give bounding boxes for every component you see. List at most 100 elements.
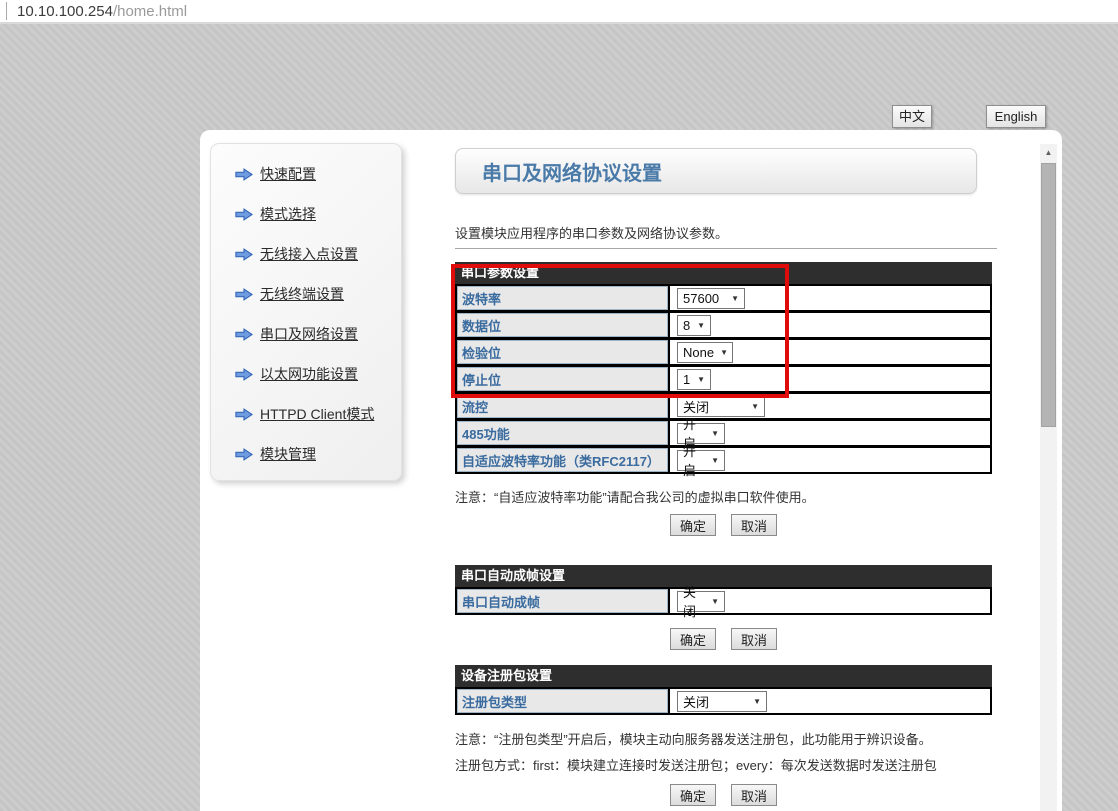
browser-address-bar[interactable]: 10.10.100.254/home.html [0, 0, 1118, 24]
table-row-auto-framing: 串口自动成帧 关闭 ▼ [455, 587, 992, 615]
data-bits-select[interactable]: 8 ▼ [677, 315, 711, 336]
page-title: 串口及网络协议设置 [482, 157, 662, 186]
nav-arrow-icon [235, 168, 253, 181]
serial-params-note: 注意：“自适应波特率功能”请配合我公司的虚拟串口软件使用。 [455, 487, 992, 504]
sidebar-item-label[interactable]: 快速配置 [260, 164, 316, 184]
sidebar-item-mode-select[interactable]: 模式选择 [235, 205, 401, 223]
url-divider [6, 2, 7, 20]
selected-value: 1 [683, 372, 690, 387]
table-row-register-type: 注册包类型 关闭 ▼ [455, 687, 992, 715]
auto-framing-header: 串口自动成帧设置 [455, 565, 992, 587]
nav-arrow-icon [235, 248, 253, 261]
page-title-box: 串口及网络协议设置 [455, 148, 977, 194]
register-packet-note-1: 注意：“注册包类型”开启后，模块主动向服务器发送注册包，此功能用于辨识设备。 [455, 729, 992, 746]
nav-arrow-icon [235, 328, 253, 341]
main-content: 串口及网络协议设置 设置模块应用程序的串口参数及网络协议参数。 串口参数设置 波… [455, 148, 992, 806]
chevron-down-icon: ▼ [711, 597, 719, 606]
register-type-select[interactable]: 关闭 ▼ [677, 691, 767, 712]
table-row-stop-bits: 停止位 1 ▼ [455, 365, 992, 393]
row-label: 485功能 [457, 421, 670, 445]
chevron-down-icon: ▼ [731, 294, 739, 303]
scrollbar-thumb[interactable] [1041, 163, 1056, 427]
url-path: /home.html [113, 3, 187, 20]
serial-params-actions: 确定 取消 [455, 514, 992, 536]
auto-framing-select[interactable]: 关闭 ▼ [677, 591, 725, 612]
sidebar-item-label[interactable]: 以太网功能设置 [260, 364, 358, 384]
table-row-parity: 检验位 None ▼ [455, 338, 992, 366]
sidebar-item-module-management[interactable]: 模块管理 [235, 445, 401, 463]
serial-params-table: 串口参数设置 波特率 57600 ▼ 数据位 8 [455, 262, 992, 474]
sidebar-item-label[interactable]: 模式选择 [260, 204, 316, 224]
nav-arrow-icon [235, 208, 253, 221]
baud-rate-select[interactable]: 57600 ▼ [677, 288, 745, 309]
sidebar-item-uart-network[interactable]: 串口及网络设置 [235, 325, 401, 343]
serial-params-header: 串口参数设置 [455, 262, 992, 284]
table-row-data-bits: 数据位 8 ▼ [455, 311, 992, 339]
scroll-up-arrow-icon[interactable]: ▲ [1040, 144, 1057, 161]
register-packet-header: 设备注册包设置 [455, 665, 992, 687]
chevron-down-icon: ▼ [751, 402, 759, 411]
cancel-button[interactable]: 取消 [731, 628, 777, 650]
ok-button[interactable]: 确定 [670, 514, 716, 536]
sidebar-item-quick-config[interactable]: 快速配置 [235, 165, 401, 183]
cancel-button[interactable]: 取消 [731, 784, 777, 806]
chevron-down-icon: ▼ [697, 321, 705, 330]
page-description: 设置模块应用程序的串口参数及网络协议参数。 [455, 223, 992, 240]
register-packet-note-2: 注册包方式：first：模块建立连接时发送注册包；every：每次发送数据时发送… [455, 755, 992, 772]
nav-arrow-icon [235, 368, 253, 381]
sidebar-item-label[interactable]: 无线接入点设置 [260, 244, 358, 264]
sidebar: 快速配置 模式选择 无线接入点设置 无线终端设置 串口及网络设置 以太网功能设置 [210, 143, 402, 481]
row-label: 自适应波特率功能（类RFC2117） [457, 448, 670, 472]
sidebar-item-ethernet[interactable]: 以太网功能设置 [235, 365, 401, 383]
parity-select[interactable]: None ▼ [677, 342, 733, 363]
row-label: 串口自动成帧 [457, 589, 670, 613]
selected-value: 开启 [683, 441, 705, 479]
ok-button[interactable]: 确定 [670, 784, 716, 806]
row-label: 停止位 [457, 367, 670, 391]
language-chinese-button[interactable]: 中文 [892, 105, 932, 128]
register-packet-actions: 确定 取消 [455, 784, 992, 806]
selected-value: 8 [683, 318, 690, 333]
row-label: 流控 [457, 394, 670, 418]
row-label: 波特率 [457, 286, 670, 310]
register-packet-table: 设备注册包设置 注册包类型 关闭 ▼ [455, 665, 992, 715]
selected-value: 关闭 [683, 692, 709, 711]
table-row-flow-control: 流控 关闭 ▼ [455, 392, 992, 420]
row-label: 注册包类型 [457, 689, 670, 713]
nav-arrow-icon [235, 288, 253, 301]
table-row-adaptive-baud: 自适应波特率功能（类RFC2117） 开启 ▼ [455, 446, 992, 474]
adaptive-baud-select[interactable]: 开启 ▼ [677, 450, 725, 471]
sidebar-item-label[interactable]: HTTPD Client模式 [260, 404, 374, 424]
sidebar-item-label[interactable]: 模块管理 [260, 444, 316, 464]
auto-framing-table: 串口自动成帧设置 串口自动成帧 关闭 ▼ [455, 565, 992, 615]
chevron-down-icon: ▼ [711, 456, 719, 465]
url-host: 10.10.100.254 [17, 3, 113, 20]
selected-value: 57600 [683, 291, 719, 306]
table-row-485-function: 485功能 开启 ▼ [455, 419, 992, 447]
sidebar-item-httpd-client[interactable]: HTTPD Client模式 [235, 405, 401, 423]
ok-button[interactable]: 确定 [670, 628, 716, 650]
chevron-down-icon: ▼ [720, 348, 728, 357]
sidebar-item-sta-settings[interactable]: 无线终端设置 [235, 285, 401, 303]
selected-value: 关闭 [683, 582, 705, 620]
selected-value: 关闭 [683, 397, 709, 416]
divider [455, 248, 997, 249]
sidebar-item-ap-settings[interactable]: 无线接入点设置 [235, 245, 401, 263]
table-row-baud-rate: 波特率 57600 ▼ [455, 284, 992, 312]
content-panel: 快速配置 模式选择 无线接入点设置 无线终端设置 串口及网络设置 以太网功能设置 [200, 130, 1062, 811]
chevron-down-icon: ▼ [697, 375, 705, 384]
chevron-down-icon: ▼ [753, 697, 761, 706]
auto-framing-actions: 确定 取消 [455, 628, 992, 650]
page: 10.10.100.254/home.html 中文 English 快速配置 … [0, 0, 1118, 811]
nav-arrow-icon [235, 448, 253, 461]
sidebar-item-label[interactable]: 无线终端设置 [260, 284, 344, 304]
cancel-button[interactable]: 取消 [731, 514, 777, 536]
sidebar-item-label[interactable]: 串口及网络设置 [260, 324, 358, 344]
stop-bits-select[interactable]: 1 ▼ [677, 369, 711, 390]
chevron-down-icon: ▼ [711, 429, 719, 438]
content-scrollbar[interactable]: ▲ [1040, 144, 1057, 811]
row-label: 检验位 [457, 340, 670, 364]
nav-arrow-icon [235, 408, 253, 421]
language-english-button[interactable]: English [986, 105, 1046, 128]
row-label: 数据位 [457, 313, 670, 337]
